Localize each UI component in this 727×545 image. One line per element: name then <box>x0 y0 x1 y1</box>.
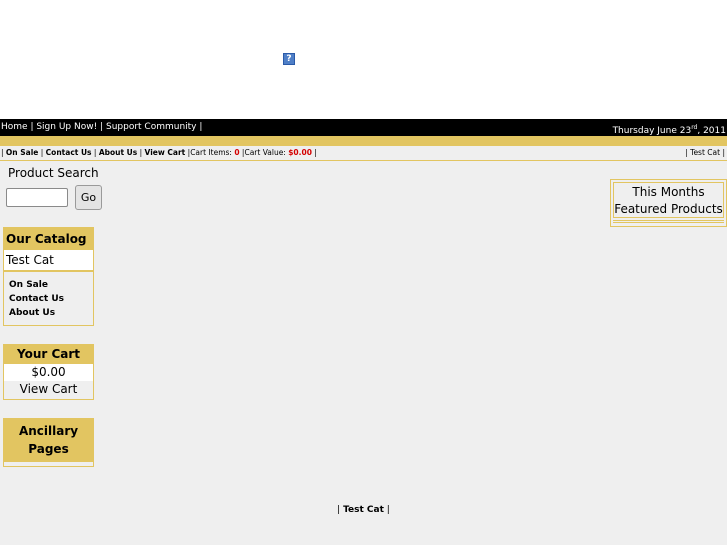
top-links: Home | Sign Up Now! | Support Community … <box>1 119 202 136</box>
catalog-box: Our Catalog Test Cat On Sale Contact Us … <box>3 227 94 326</box>
cart-value-label: Cart Value: <box>244 148 289 157</box>
featured-title-line2: Featured Products <box>614 202 723 216</box>
ancillary-title-line2: Pages <box>28 442 69 456</box>
broken-image-icon: ? <box>283 53 295 65</box>
search-input[interactable] <box>6 188 68 207</box>
nav-on-sale-link[interactable]: On Sale <box>6 148 38 157</box>
sign-up-link[interactable]: Sign Up Now! <box>36 122 97 132</box>
nav-bar: | On Sale | Contact Us | About Us | View… <box>0 146 727 161</box>
cart-title: Your Cart <box>4 345 93 364</box>
ancillary-box: Ancillary Pages <box>3 418 94 467</box>
nav-view-cart-link[interactable]: View Cart <box>145 148 186 157</box>
separator: | <box>196 122 203 132</box>
catalog-category-test-cat[interactable]: Test Cat <box>4 250 93 272</box>
cart-items-count: 0 <box>234 148 240 157</box>
catalog-link-contact-us[interactable]: Contact Us <box>9 292 93 306</box>
date-year: , 2011 <box>697 126 726 136</box>
page-header: ? <box>0 0 727 119</box>
cart-total: $0.00 <box>4 364 93 381</box>
footer-test-cat-link[interactable]: Test Cat <box>343 505 384 515</box>
catalog-links: On Sale Contact Us About Us <box>4 272 93 320</box>
product-search-title: Product Search <box>8 166 99 180</box>
nav-test-cat-link[interactable]: Test Cat <box>690 148 720 157</box>
gold-divider <box>0 136 727 146</box>
featured-title-line1: This Months <box>632 185 705 199</box>
view-cart-link[interactable]: View Cart <box>4 381 93 398</box>
separator: | <box>97 122 106 132</box>
cart-box: Your Cart $0.00 View Cart <box>3 344 94 400</box>
cart-items-label: Cart Items: <box>190 148 235 157</box>
date-text: Thursday June 23 <box>612 126 692 136</box>
ancillary-title: Ancillary Pages <box>4 419 93 462</box>
catalog-link-about-us[interactable]: About Us <box>9 306 93 320</box>
featured-products-box: This Months Featured Products <box>610 179 727 227</box>
home-link[interactable]: Home <box>1 122 28 132</box>
featured-products-title: This Months Featured Products <box>613 182 724 218</box>
cart-value-amount: $0.00 <box>288 148 312 157</box>
go-button[interactable]: Go <box>75 185 102 210</box>
footer-links: | Test Cat | <box>337 505 390 515</box>
catalog-link-on-sale[interactable]: On Sale <box>9 278 93 292</box>
nav-links: | On Sale | Contact Us | About Us | View… <box>1 148 317 157</box>
support-community-link[interactable]: Support Community <box>106 122 197 132</box>
nav-category-links: | Test Cat | <box>685 148 725 157</box>
featured-divider <box>613 220 724 223</box>
nav-contact-link[interactable]: Contact Us <box>46 148 92 157</box>
top-bar: Home | Sign Up Now! | Support Community … <box>0 119 727 136</box>
ancillary-title-line1: Ancillary <box>18 424 79 438</box>
catalog-title: Our Catalog <box>4 228 93 250</box>
nav-about-link[interactable]: About Us <box>99 148 137 157</box>
